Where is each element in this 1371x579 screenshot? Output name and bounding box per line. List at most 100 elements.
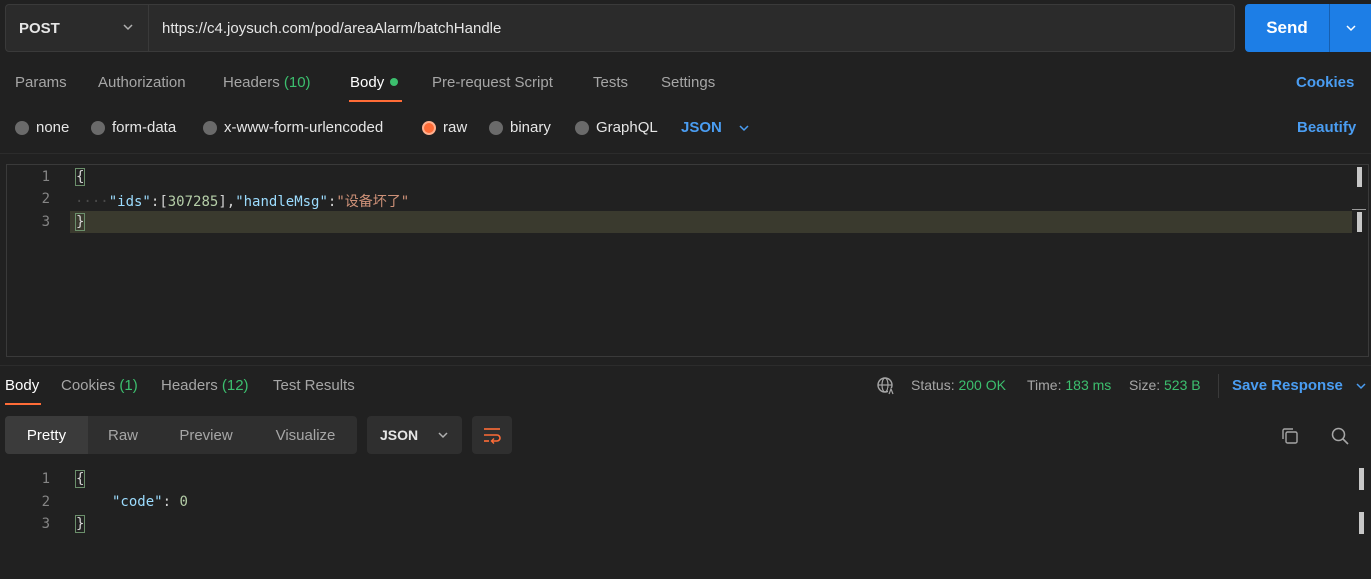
radio-circle [489,120,503,135]
radio-label: raw [443,119,468,136]
radio-graphql[interactable]: GraphQL [575,119,658,136]
response-divider [0,365,1371,366]
radio-label: GraphQL [596,119,658,136]
json-number: 307285 [167,194,219,210]
body-indicator-dot [390,78,399,86]
response-close-brace: } [75,515,86,533]
globe-network-icon[interactable] [876,376,896,396]
radio-circle [575,120,589,135]
tab-count: (1) [119,377,138,394]
radio-label: form-data [112,119,177,136]
response-time: Time: 183 ms [1027,377,1111,393]
save-response-button[interactable]: Save Response [1232,377,1367,394]
json-comma: , [226,194,236,210]
radio-label: x-www-form-urlencoded [224,119,384,136]
size-label: Size: [1129,377,1161,393]
time-label: Time: [1027,377,1062,393]
send-label: Send [1266,18,1308,37]
view-label: Raw [107,426,138,444]
json-string: "设备坏了" [336,194,410,210]
tab-label: Body [5,377,40,394]
response-tab-headers[interactable]: Headers (12) [161,377,249,394]
json-key: "ids" [108,194,151,210]
line-number: 2 [41,494,50,510]
response-open-brace: { [75,470,86,488]
view-raw[interactable]: Raw [88,416,158,454]
tab-label: Authorization [98,74,186,91]
whitespace-dots: ···· [75,194,109,210]
view-preview[interactable]: Preview [158,416,254,454]
size-value: 523 B [1164,377,1201,393]
json-key: "code" [112,494,163,510]
radio-circle-selected [422,120,436,135]
tab-label: Headers [161,377,218,394]
radio-raw[interactable]: raw [422,119,467,136]
tab-tests[interactable]: Tests [593,74,628,91]
tab-label: Settings [661,74,716,91]
tab-settings[interactable]: Settings [661,74,715,91]
cookies-link[interactable]: Cookies [1296,74,1354,91]
tab-label: Body [350,74,385,91]
response-tab-cookies[interactable]: Cookies (1) [61,377,138,394]
radio-x-www-form-urlencoded[interactable]: x-www-form-urlencoded [203,119,383,136]
tab-params[interactable]: Params [15,74,67,91]
radio-circle [91,120,105,135]
response-tab-body[interactable]: Body [5,377,39,394]
response-scrollbar[interactable] [1359,468,1364,490]
response-format-select[interactable]: JSON [367,416,462,454]
response-status: Status: 200 OK [911,377,1006,393]
section-divider [0,153,1371,154]
view-pretty[interactable]: Pretty [5,416,88,454]
send-options-button[interactable] [1330,22,1371,34]
json-colon: : [162,494,172,510]
line-number: 1 [41,471,50,487]
response-scroll-marker [1359,512,1364,534]
beautify-link[interactable]: Beautify [1297,119,1356,136]
radio-binary[interactable]: binary [489,119,551,136]
url-text: https://c4.joysuch.com/pod/areaAlarm/bat… [162,19,502,37]
json-bracket: [ [159,194,168,210]
tab-label: Cookies [61,377,116,394]
search-icon[interactable] [1330,426,1350,446]
url-input[interactable]: https://c4.joysuch.com/pod/areaAlarm/bat… [149,4,1235,52]
chevron-down-icon [123,24,133,31]
tab-label: Headers [223,74,280,91]
view-visualize[interactable]: Visualize [254,416,357,454]
method-label: POST [19,19,60,37]
method-select[interactable]: POST [5,4,149,52]
tab-label: Test Results [273,377,355,394]
body-format-select[interactable]: JSON [681,119,750,136]
radio-form-data[interactable]: form-data [91,119,176,136]
json-number: 0 [179,494,188,510]
editor-scroll-marker [1357,212,1362,232]
tab-label: Params [15,74,67,91]
body-format-label: JSON [681,119,722,136]
editor-scrollbar[interactable] [1357,167,1362,187]
radio-label: binary [510,119,551,136]
copy-icon[interactable] [1280,426,1300,446]
body-line-2: ····"ids":[307285],"handleMsg":"设备坏了" [75,191,409,211]
line-number: 3 [41,214,50,230]
tab-label: Tests [593,74,629,91]
active-tab-underline [349,100,402,102]
status-divider [1218,374,1219,398]
tab-count: (12) [221,377,249,394]
tab-body[interactable]: Body [350,74,399,91]
line-number: 2 [41,191,50,207]
response-tab-test-results[interactable]: Test Results [273,377,355,394]
chevron-down-icon [438,432,448,439]
tab-authorization[interactable]: Authorization [98,74,186,91]
wrap-lines-icon [484,428,501,444]
json-key: "handleMsg" [235,194,328,210]
send-button[interactable]: Send [1245,4,1371,52]
radio-none[interactable]: none [15,119,69,136]
open-brace: { [75,168,86,186]
time-value: 183 ms [1065,377,1112,393]
json-bracket: ] [218,194,227,210]
tab-headers[interactable]: Headers (10) [223,74,311,91]
chevron-down-icon [1356,382,1366,389]
active-response-tab-underline [5,403,41,405]
tab-pre-request-script[interactable]: Pre-request Script [432,74,553,91]
wrap-lines-button[interactable] [472,416,512,454]
scroll-ruler [1352,209,1366,210]
